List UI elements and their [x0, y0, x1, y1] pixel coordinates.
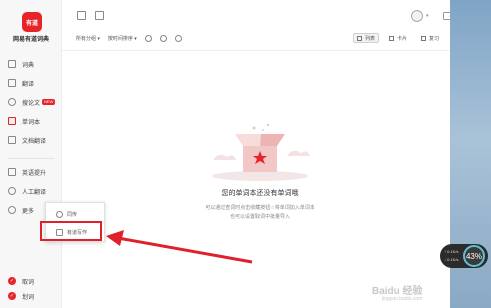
title-bar: ▾ ⋯ ≡ – □ ×: [62, 0, 491, 28]
sidebar-item-wordbook[interactable]: 单词本: [8, 115, 40, 127]
watermark: Baidu 经验: [372, 286, 423, 297]
chevron-down-icon[interactable]: ▾: [426, 13, 429, 19]
new-badge: NEW: [42, 99, 56, 105]
empty-state-hint: 可以通过查词时点击收藏按钮☆将单词加入单词本 也可以设置取词中批量导入: [150, 204, 370, 222]
card-view-button[interactable]: 卡片: [386, 33, 410, 43]
person-icon: [8, 187, 16, 195]
view-label: 卡片: [397, 35, 408, 42]
more-icon: [8, 206, 16, 214]
upload-speed: ↑ 0.1K/s: [444, 249, 459, 254]
sidebar-item-paper-search[interactable]: 搜论文 NEW: [8, 96, 56, 108]
group-filter-dropdown[interactable]: 所有分组 ▾: [76, 35, 100, 42]
annotation-arrow: [106, 230, 253, 264]
interpret-icon: [56, 210, 63, 218]
card-icon: [389, 35, 394, 41]
sort-dropdown[interactable]: 按时间排序 ▾: [108, 35, 137, 42]
document-icon[interactable]: [77, 11, 86, 20]
check-icon: ✓: [8, 292, 16, 300]
sidebar-item-document-translate[interactable]: 文档翻译: [8, 134, 46, 146]
empty-state-hint-line: 也可以设置取词中批量导入: [229, 214, 290, 220]
list-icon: [357, 35, 362, 41]
gear-icon[interactable]: [144, 34, 152, 42]
app-name: 网易有道词典: [12, 37, 49, 43]
view-label: 列表: [365, 35, 376, 42]
translate-icon: [8, 79, 16, 87]
toolbar-divider: [62, 50, 450, 51]
select-word-toggle[interactable]: ✓ 划词: [8, 290, 34, 302]
wordbook-icon: [8, 117, 16, 125]
empty-state-title: 您的单词本还没有单词哦: [221, 190, 299, 197]
capture-word-toggle[interactable]: ✓ 取词: [8, 275, 34, 287]
sidebar-item-dictionary[interactable]: 词典: [8, 58, 34, 70]
watermark-url: jingyan.baidu.com: [382, 296, 423, 302]
sidebar-item-human-translate[interactable]: 人工翻译: [8, 185, 46, 197]
menu-item-label: 同传: [67, 211, 78, 218]
review-icon: [421, 35, 426, 41]
document-icon: [8, 136, 16, 144]
check-icon: ✓: [8, 277, 16, 285]
sidebar-item-label: 单词本: [22, 119, 41, 126]
review-button[interactable]: 复习: [418, 33, 442, 43]
sidebar-item-label: 翻译: [22, 81, 35, 88]
import-icon[interactable]: [95, 11, 104, 20]
graduation-cap-icon: [8, 98, 16, 106]
search-icon[interactable]: [174, 34, 182, 42]
sidebar-item-label: 文档翻译: [22, 138, 47, 145]
filter-bar: 所有分组 ▾ 按时间排序 ▾: [76, 32, 190, 44]
sync-icon[interactable]: [159, 34, 167, 42]
app-window: 有道 网易有道词典 词典 翻译 搜论文 NEW 单词本 文档翻译 英语提升 人工…: [0, 0, 491, 308]
speed-percent: 43%: [463, 245, 485, 267]
menu-item-interpret[interactable]: 同传: [46, 207, 106, 221]
sidebar-item-english-improve[interactable]: 英语提升: [8, 166, 46, 178]
sidebar-item-label: 更多: [22, 208, 35, 215]
empty-state-hint-line: 可以通过查词时点击收藏按钮☆将单词加入单词本: [205, 205, 315, 211]
sidebar: 有道 网易有道词典 词典 翻译 搜论文 NEW 单词本 文档翻译 英语提升 人工…: [0, 0, 62, 308]
avatar[interactable]: [411, 10, 423, 22]
sidebar-item-label: 搜论文: [22, 100, 41, 107]
book-icon: [8, 168, 16, 176]
network-speed-widget: ↑ 0.1K/s ↓ 0.1K/s 43%: [440, 244, 488, 268]
sidebar-item-translate[interactable]: 翻译: [8, 77, 34, 89]
sidebar-item-label: 人工翻译: [22, 189, 47, 196]
view-label: 复习: [429, 35, 440, 42]
list-view-button[interactable]: 列表: [353, 33, 380, 43]
toggle-label: 取词: [22, 279, 35, 286]
sidebar-item-more[interactable]: 更多: [8, 204, 34, 216]
sidebar-item-label: 词典: [22, 62, 35, 69]
toggle-label: 划词: [22, 294, 35, 301]
annotation-highlight-box: [40, 221, 102, 241]
empty-box-illustration: [212, 123, 310, 181]
app-logo: 有道: [22, 12, 42, 32]
sidebar-divider: [8, 158, 54, 159]
download-speed: ↓ 0.1K/s: [444, 257, 459, 262]
dictionary-icon: [8, 60, 16, 68]
sidebar-item-label: 英语提升: [22, 170, 47, 177]
